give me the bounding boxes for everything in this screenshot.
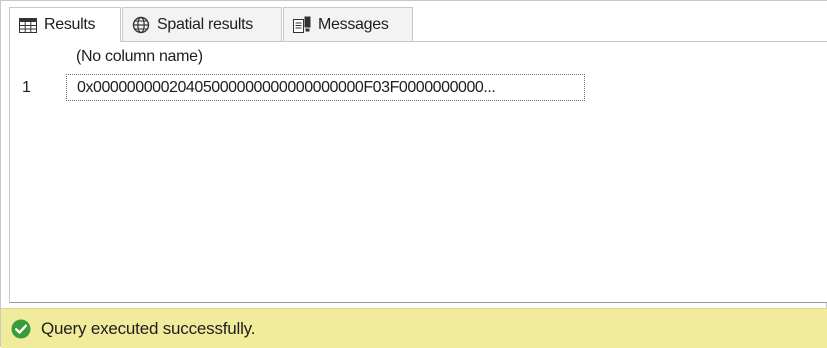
result-cell[interactable]: 0x00000000020405000000000000000000F03F00… [66, 74, 585, 101]
table-row[interactable]: 1 0x00000000020405000000000000000000F03F… [10, 73, 610, 102]
results-pane: Results Spatial results Messages (No col… [0, 0, 827, 348]
tab-results-label: Results [44, 16, 96, 33]
results-grid[interactable]: (No column name) 1 0x0000000002040500000… [9, 41, 827, 303]
row-number[interactable]: 1 [22, 73, 31, 102]
status-bar: Query executed successfully. [1, 308, 827, 348]
results-tab-strip: Results Spatial results Messages [1, 1, 827, 42]
status-message: Query executed successfully. [41, 318, 256, 338]
tab-messages-label: Messages [318, 15, 389, 33]
grid-icon [19, 17, 37, 33]
tab-spatial-results[interactable]: Spatial results [122, 7, 282, 41]
tab-messages[interactable]: Messages [283, 7, 413, 41]
globe-icon [132, 16, 150, 34]
check-circle-icon [11, 319, 31, 339]
tab-results[interactable]: Results [9, 7, 121, 42]
column-header[interactable]: (No column name) [64, 44, 203, 70]
messages-icon [293, 16, 311, 33]
tab-spatial-results-label: Spatial results [157, 15, 253, 33]
